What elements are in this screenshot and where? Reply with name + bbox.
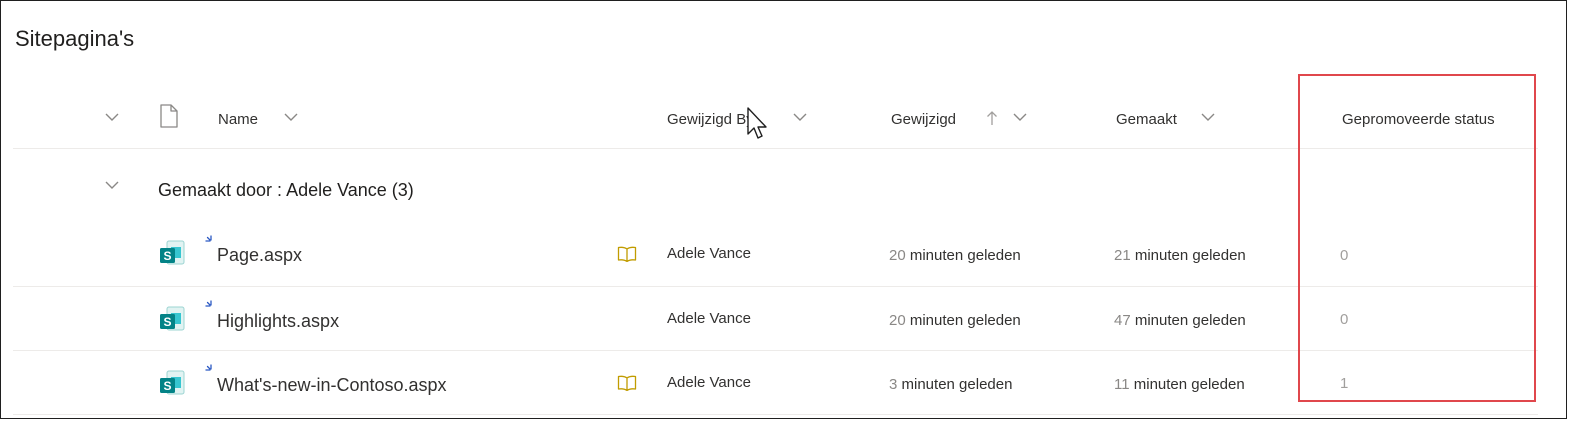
modified-unit: minuten geleden bbox=[901, 376, 1013, 393]
column-header-created[interactable]: Gemaakt bbox=[1116, 111, 1177, 128]
modified-by-cell[interactable]: Adele Vance bbox=[667, 245, 751, 262]
group-collapse-chevron-icon[interactable] bbox=[104, 178, 120, 196]
created-unit: minuten geleden bbox=[1133, 376, 1245, 393]
modified-cell: 3 minuten geleden bbox=[889, 376, 1012, 393]
group-header[interactable]: Gemaakt door : Adele Vance (3) bbox=[158, 180, 414, 201]
modified-unit: minuten geleden bbox=[909, 312, 1021, 329]
created-value: 47 bbox=[1114, 312, 1131, 329]
created-value: 21 bbox=[1114, 247, 1131, 264]
book-icon[interactable] bbox=[617, 375, 637, 396]
file-type-column-icon[interactable] bbox=[159, 104, 179, 133]
created-cell: 11 minuten geleden bbox=[1114, 376, 1245, 393]
modified-chevron-icon[interactable] bbox=[1012, 110, 1028, 128]
created-chevron-icon[interactable] bbox=[1200, 110, 1216, 128]
column-header-name-label: Name bbox=[218, 111, 259, 128]
created-unit: minuten geleden bbox=[1134, 247, 1246, 264]
svg-text:S: S bbox=[163, 315, 171, 329]
modified-by-cell[interactable]: Adele Vance bbox=[667, 310, 751, 327]
modified-value: 20 bbox=[889, 312, 906, 329]
row-divider bbox=[13, 414, 1538, 415]
sort-ascending-arrow-up-icon[interactable] bbox=[986, 110, 998, 131]
svg-text:S: S bbox=[163, 249, 171, 263]
mouse-cursor-icon bbox=[744, 106, 768, 149]
file-name-link[interactable]: Page.aspx bbox=[217, 245, 302, 266]
file-name-link[interactable]: What's-new-in-Contoso.aspx bbox=[217, 375, 447, 396]
book-icon[interactable] bbox=[617, 246, 637, 267]
file-name-link[interactable]: Highlights.aspx bbox=[217, 311, 339, 332]
modified-value: 20 bbox=[889, 247, 906, 264]
sharepoint-page-icon: S bbox=[158, 305, 186, 340]
column-header-modified-by[interactable]: Gewijzigd By bbox=[667, 111, 754, 128]
sharepoint-page-icon: S bbox=[158, 239, 186, 274]
created-cell: 21 minuten geleden bbox=[1114, 247, 1246, 264]
page-title: Sitepagina's bbox=[15, 26, 135, 51]
sharepoint-page-icon: S bbox=[158, 369, 186, 404]
created-unit: minuten geleden bbox=[1134, 312, 1246, 329]
select-all-chevron-icon[interactable] bbox=[104, 110, 120, 128]
created-cell: 47 minuten geleden bbox=[1114, 312, 1246, 329]
promoted-state-highlight-box bbox=[1298, 74, 1536, 402]
modified-cell: 20 minuten geleden bbox=[889, 247, 1021, 264]
modified-cell: 20 minuten geleden bbox=[889, 312, 1021, 329]
svg-text:S: S bbox=[163, 379, 171, 393]
column-header-modified-by-label: Gewijzigd By bbox=[667, 111, 754, 128]
new-item-sparkle-icon bbox=[204, 363, 218, 382]
modified-value: 3 bbox=[889, 376, 898, 393]
column-header-name[interactable]: Name bbox=[218, 111, 258, 128]
name-sort-chevron-icon[interactable] bbox=[283, 110, 299, 128]
modified-unit: minuten geleden bbox=[909, 247, 1021, 264]
column-header-modified-label: Gewijzigd bbox=[891, 111, 957, 128]
created-value: 11 bbox=[1114, 376, 1130, 393]
column-header-modified[interactable]: Gewijzigd bbox=[891, 111, 956, 128]
modified-by-chevron-icon[interactable] bbox=[792, 110, 808, 128]
column-header-created-label: Gemaakt bbox=[1116, 111, 1177, 128]
modified-by-cell[interactable]: Adele Vance bbox=[667, 374, 751, 391]
new-item-sparkle-icon bbox=[204, 299, 218, 318]
new-item-sparkle-icon bbox=[204, 234, 218, 253]
